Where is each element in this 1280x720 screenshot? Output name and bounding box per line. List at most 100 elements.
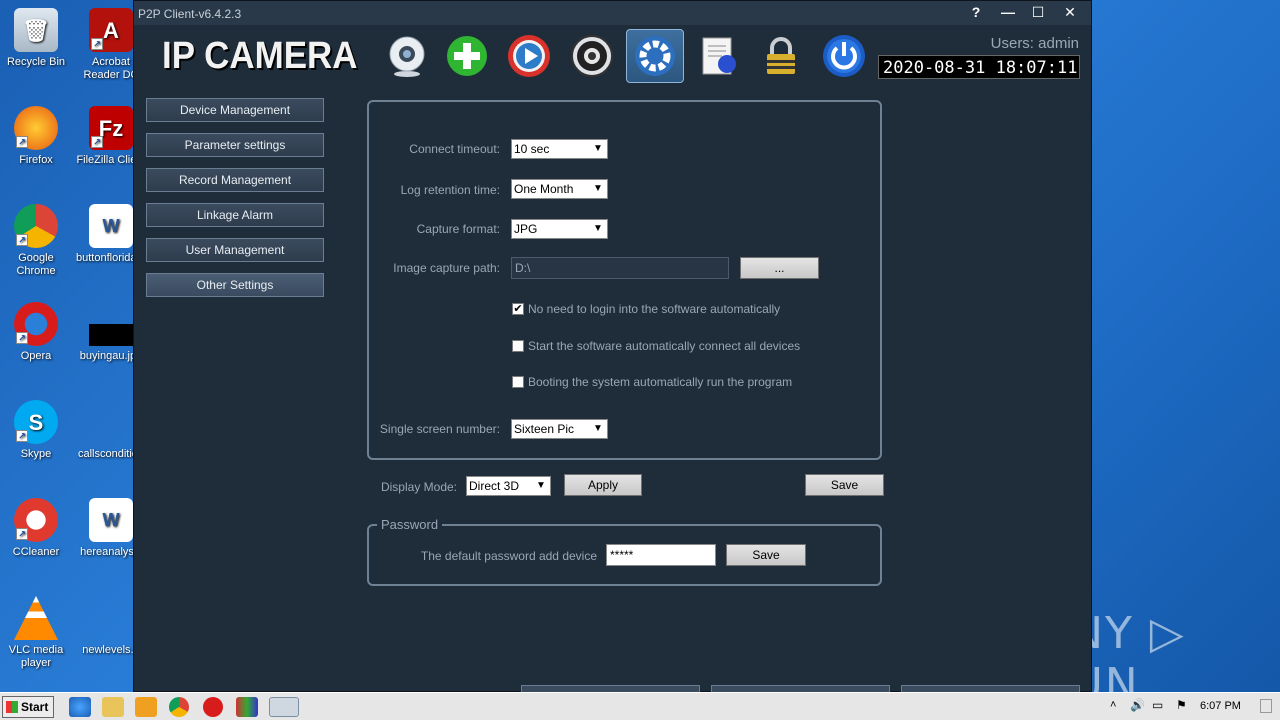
maximize-button[interactable]: ☐ — [1022, 1, 1054, 23]
close-button[interactable]: ✕ — [1054, 1, 1086, 23]
nav-other-settings[interactable]: Other Settings — [146, 273, 324, 297]
add-icon — [447, 36, 487, 76]
media-player-icon[interactable] — [135, 697, 157, 717]
explorer-icon[interactable] — [102, 697, 124, 717]
opera-icon[interactable] — [203, 697, 223, 717]
archive-icon[interactable] — [236, 697, 258, 717]
desktop-icon-label: Firefox — [19, 154, 53, 166]
windows-logo-icon — [6, 701, 18, 713]
password-legend: Password — [377, 517, 443, 532]
desktop-icon-opera[interactable]: ↗ Opera — [1, 302, 71, 363]
start-label: Start — [21, 700, 49, 714]
acrobat-icon: A ↗ — [89, 8, 133, 52]
connect-timeout-select[interactable]: 10 sec ▼ — [511, 139, 608, 159]
save-password-button[interactable]: Save — [726, 544, 806, 566]
tray-clock[interactable]: 6:07 PM — [1200, 700, 1241, 712]
desktop-icon-label: Opera — [20, 350, 52, 362]
desktop-icon-recycle-bin[interactable]: 🗑 Recycle Bin — [1, 8, 71, 69]
tool-add-device[interactable] — [438, 29, 496, 83]
capture-format-select[interactable]: JPG ▼ — [511, 219, 608, 239]
desktop-icon-firefox[interactable]: ↗ Firefox — [1, 106, 71, 167]
title-bar: P2P Client-v6.4.2.3 ? — ☐ ✕ — [134, 1, 1091, 25]
word-doc-icon: W — [89, 204, 133, 248]
volume-icon[interactable]: 🔊 — [1130, 698, 1145, 712]
tool-playback[interactable] — [500, 29, 558, 83]
webcam-icon — [389, 36, 425, 77]
default-password-input[interactable]: ***** — [606, 544, 716, 566]
single-screen-select[interactable]: Sixteen Pic ▼ — [511, 419, 608, 439]
nav-linkage-alarm[interactable]: Linkage Alarm — [146, 203, 324, 227]
chevron-down-icon: ▼ — [593, 423, 603, 434]
desktop-icon-label: Acrobat Reader DC — [83, 56, 139, 81]
chevron-down-icon: ▼ — [593, 143, 603, 154]
tray-arrow-icon[interactable]: ˄ — [1110, 699, 1116, 711]
ccleaner-icon: ↗ — [14, 498, 58, 542]
log-retention-value: One Month — [514, 182, 574, 196]
desktop-icon-label: CCleaner — [12, 546, 60, 558]
flag-icon[interactable]: ⚑ — [1176, 698, 1187, 712]
skype-icon: S ↗ — [14, 400, 58, 444]
system-tray: ˄ 🔊 ▭ ⚑ 6:07 PM — [1100, 693, 1280, 720]
file-icon — [89, 400, 133, 444]
tool-settings[interactable] — [626, 29, 684, 83]
chrome-icon[interactable] — [169, 697, 189, 717]
display-mode-select[interactable]: Direct 3D ▼ — [466, 476, 551, 496]
ie-icon[interactable] — [69, 697, 91, 717]
desktop-icon-vlc[interactable]: VLC media player — [1, 596, 71, 670]
desktop-icon-label: newlevels.p — [82, 644, 140, 656]
power-icon — [823, 35, 865, 77]
p2p-client-task[interactable] — [269, 697, 299, 717]
desktop-icon-skype[interactable]: S ↗ Skype — [1, 400, 71, 461]
clock-display: 2020-08-31 18:07:11 — [878, 55, 1080, 79]
tool-lock[interactable] — [752, 29, 810, 83]
log-retention-label: Log retention time: — [400, 183, 500, 197]
desktop-icon-label: VLC media player — [8, 644, 64, 669]
auto-run-checkbox[interactable] — [512, 376, 524, 388]
desktop-icon-chrome[interactable]: ↗ Google Chrome — [1, 204, 71, 278]
firefox-icon: ↗ — [14, 106, 58, 150]
word-doc-icon: W — [89, 498, 133, 542]
single-screen-value: Sixteen Pic — [514, 422, 575, 436]
minimize-button[interactable]: — — [992, 1, 1024, 23]
desktop-icon-label: Recycle Bin — [6, 56, 66, 68]
tool-ptz[interactable] — [563, 29, 621, 83]
capture-path-label: Image capture path: — [393, 261, 500, 275]
network-icon[interactable]: ▭ — [1152, 698, 1163, 712]
tool-log[interactable] — [690, 29, 748, 83]
tool-webcam[interactable] — [378, 29, 436, 83]
display-mode-label: Display Mode: — [380, 480, 457, 494]
header: IP CAMERA Users: admin 2020-08-31 18:07:… — [134, 25, 1091, 87]
auto-connect-checkbox[interactable] — [512, 340, 524, 352]
show-desktop-button[interactable] — [1260, 699, 1272, 713]
auto-login-checkbox[interactable]: ✔ — [512, 303, 524, 315]
capture-path-input[interactable]: D:\ — [511, 257, 729, 279]
auto-login-label: No need to login into the software autom… — [528, 302, 781, 316]
nav-user-management[interactable]: User Management — [146, 238, 324, 262]
recycle-bin-icon: 🗑 — [14, 8, 58, 52]
image-file-icon — [89, 324, 133, 346]
chevron-down-icon: ▼ — [593, 183, 603, 194]
tool-power[interactable] — [815, 29, 873, 83]
nav-parameter-settings[interactable]: Parameter settings — [146, 133, 324, 157]
chevron-down-icon: ▼ — [536, 480, 546, 491]
auto-run-label: Booting the system automatically run the… — [528, 375, 793, 389]
settings-icon — [635, 36, 675, 76]
opera-icon: ↗ — [14, 302, 58, 346]
browse-path-button[interactable]: ... — [740, 257, 819, 279]
lock-icon — [767, 37, 795, 74]
window-title: P2P Client-v6.4.2.3 — [138, 7, 242, 21]
capture-format-label: Capture format: — [416, 222, 500, 236]
single-screen-label: Single screen number: — [379, 422, 500, 436]
nav-record-management[interactable]: Record Management — [146, 168, 324, 192]
log-icon — [702, 37, 736, 75]
current-user: Users: admin — [990, 35, 1079, 52]
desktop-icon-ccleaner[interactable]: ↗ CCleaner — [1, 498, 71, 559]
save-settings-button[interactable]: Save — [805, 474, 884, 496]
nav-device-management[interactable]: Device Management — [146, 98, 324, 122]
apply-button[interactable]: Apply — [564, 474, 642, 496]
start-button[interactable]: Start — [2, 696, 54, 718]
help-button[interactable]: ? — [960, 1, 992, 23]
log-retention-select[interactable]: One Month ▼ — [511, 179, 608, 199]
chevron-down-icon: ▼ — [593, 223, 603, 234]
app-window: P2P Client-v6.4.2.3 ? — ☐ ✕ IP CAMERA Us… — [133, 0, 1092, 693]
